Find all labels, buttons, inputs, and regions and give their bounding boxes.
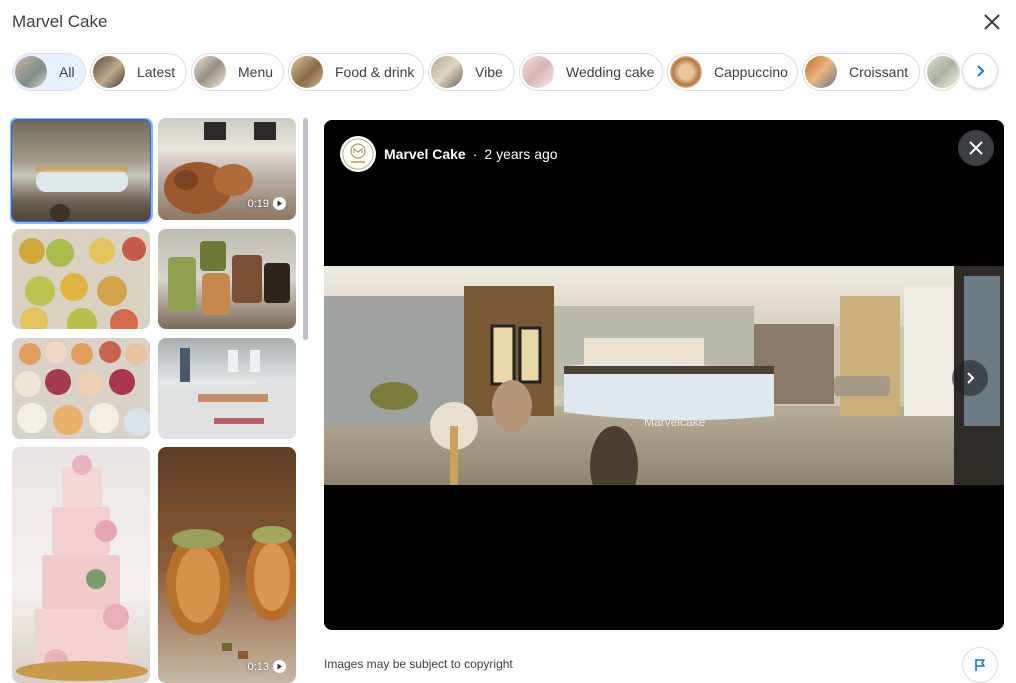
grid-tile-croissant-video[interactable]: 0:13 [158,447,296,683]
chip-all[interactable]: All [12,53,86,91]
chip-label: Wedding cake [566,64,655,80]
chip-label: All [59,64,75,80]
wedding-cake-thumbnail [16,455,148,681]
copyright-notice: Images may be subject to copyright [324,657,513,671]
viewer-close-button[interactable] [958,130,994,166]
desserts-thumbnail [19,237,146,329]
photo-next-button[interactable] [952,360,988,396]
page-title: Marvel Cake [12,12,108,31]
play-icon [273,197,286,210]
video-duration: 0:19 [248,197,286,210]
chip-label: Croissant [849,64,909,80]
chip-thumbnail [522,56,554,88]
croissant-rolls-thumbnail [166,526,296,659]
duration-label: 0:13 [247,660,269,673]
grid-tile-bakery-staff[interactable] [158,338,296,439]
video-duration: 0:13 [248,660,286,673]
marvel-cake-logo-icon [342,138,374,170]
filter-chips: All Latest Menu Food & drink Vibe Weddin… [12,53,1002,91]
close-icon [984,14,1000,30]
chip-latest[interactable]: Latest [90,53,187,91]
panorama-image: Marvelcake [324,266,1004,485]
photo-grid: 0:19 0:13 [10,118,300,683]
chip-label: Menu [238,64,274,80]
grid-tile-macarons[interactable] [12,338,150,439]
chip-wedding-cake[interactable]: Wedding cake [519,53,663,91]
flag-icon [975,659,985,671]
chip-label: Vibe [475,64,503,80]
chip-thumbnail [670,56,702,88]
chip-label: Cappuccino [714,64,788,80]
close-button[interactable] [978,8,1006,36]
author-name[interactable]: Marvel Cake [384,146,466,162]
staff-thumbnail [158,348,296,439]
chip-thumbnail [291,56,323,88]
watermark-text: Marvelcake [644,415,706,429]
grid-tile-interior[interactable] [10,118,153,224]
grid-tile-macaron-desserts[interactable] [12,229,150,329]
chip-thumbnail [194,56,226,88]
chip-menu[interactable]: Menu [191,53,284,91]
chip-more[interactable] [924,53,960,91]
chips-next-button[interactable] [962,53,998,89]
chip-thumbnail [805,56,837,88]
chip-label: Latest [137,64,176,80]
report-button[interactable] [962,647,998,683]
chip-croissant[interactable]: Croissant [802,53,920,91]
avatar [340,136,376,172]
chip-thumbnail [93,56,125,88]
grid-tile-croissant-slices[interactable] [158,229,296,329]
croissant-slices-thumbnail [168,241,290,315]
grid-tile-pastries-video[interactable]: 0:19 [158,118,296,220]
top-bar: Marvel Cake [0,0,1016,44]
author-info[interactable]: Marvel Cake · 2 years ago [340,136,558,172]
interior-thumbnail [36,166,128,222]
post-time: 2 years ago [484,146,558,162]
macarons-thumbnail [15,341,150,436]
main-photo[interactable]: Marvelcake [324,266,1004,485]
chip-vibe[interactable]: Vibe [428,53,515,91]
chip-thumbnail [431,56,463,88]
chip-label: Food & drink [335,64,415,80]
separator-dot: · [472,146,478,162]
grid-scrollbar[interactable] [303,118,308,340]
photo-viewer: Marvel Cake · 2 years ago Marvelcake [324,120,1004,630]
chip-cappuccino[interactable]: Cappuccino [667,53,798,91]
chevron-right-icon [977,65,985,77]
chip-food-drink[interactable]: Food & drink [288,53,424,91]
play-icon [273,660,286,673]
grid-tile-wedding-cake[interactable] [12,447,150,683]
close-icon [969,141,983,155]
chip-thumbnail [15,56,47,88]
duration-label: 0:19 [247,197,269,210]
chip-thumbnail [927,56,959,88]
chevron-right-icon [967,372,975,384]
